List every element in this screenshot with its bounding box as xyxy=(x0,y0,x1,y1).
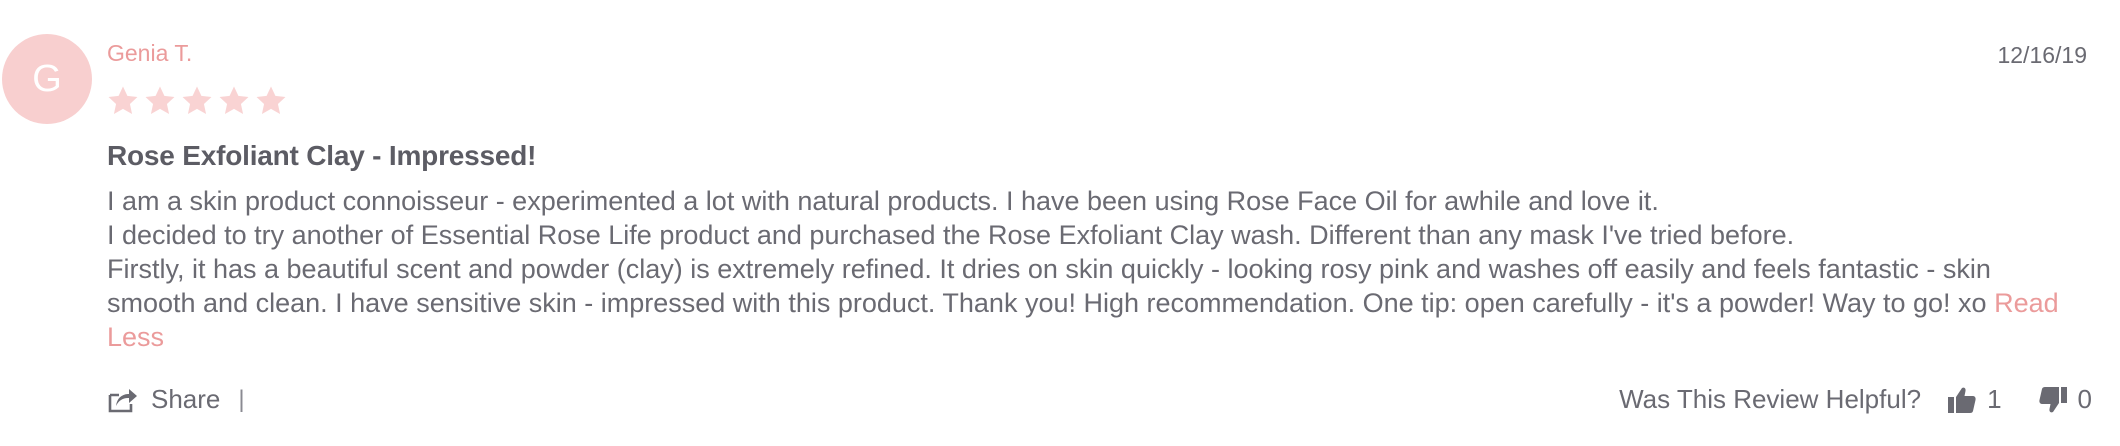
share-area: Share | xyxy=(107,384,245,415)
review-body-paragraph: Firstly, it has a beautiful scent and po… xyxy=(107,252,2077,354)
thumbs-down-count: 0 xyxy=(2077,384,2092,414)
review-body-line: Firstly, it has a beautiful scent and po… xyxy=(107,254,1991,318)
avatar-initial: G xyxy=(32,57,62,100)
helpful-area: Was This Review Helpful? 1 0 xyxy=(1619,384,2092,415)
review-card: G Genia T. 12/16/19 Rose Exfoliant Clay … xyxy=(0,0,2120,446)
share-icon[interactable] xyxy=(107,386,139,414)
review-body-line: I am a skin product connoisseur - experi… xyxy=(107,186,1659,216)
thumbs-up-count: 1 xyxy=(1987,384,2002,414)
thumbs-up-button[interactable]: 1 xyxy=(1947,384,2002,415)
star-icon xyxy=(254,84,288,118)
star-rating xyxy=(106,84,288,118)
thumbs-up-icon xyxy=(1947,385,1977,415)
star-icon xyxy=(217,84,251,118)
thumbs-down-icon xyxy=(2038,385,2068,415)
thumbs-down-button[interactable]: 0 xyxy=(2038,384,2092,415)
review-date: 12/16/19 xyxy=(1997,42,2087,68)
star-icon xyxy=(143,84,177,118)
star-icon xyxy=(180,84,214,118)
review-body-line: I decided to try another of Essential Ro… xyxy=(107,220,1795,250)
helpful-question: Was This Review Helpful? xyxy=(1619,384,1922,414)
review-title: Rose Exfoliant Clay - Impressed! xyxy=(107,140,537,171)
share-button[interactable]: Share xyxy=(151,384,220,415)
reviewer-name: Genia T. xyxy=(107,40,193,66)
avatar: G xyxy=(2,34,92,124)
divider: | xyxy=(238,385,245,413)
star-icon xyxy=(106,84,140,118)
review-body: I am a skin product connoisseur - experi… xyxy=(107,184,2077,354)
